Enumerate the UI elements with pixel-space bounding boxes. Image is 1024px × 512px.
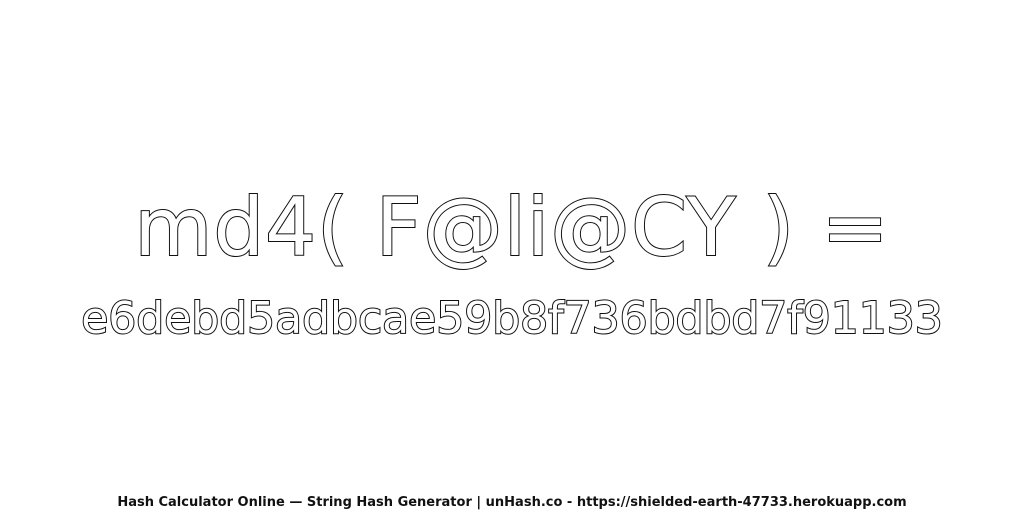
hash-expression: md4( F@li@CY ) = [133, 180, 890, 275]
page: md4( F@li@CY ) = e6debd5adbcae59b8f736bd… [0, 0, 1024, 512]
hash-result: e6debd5adbcae59b8f736bdbd7f91133 [80, 292, 944, 345]
footer-credit: Hash Calculator Online — String Hash Gen… [117, 495, 907, 510]
